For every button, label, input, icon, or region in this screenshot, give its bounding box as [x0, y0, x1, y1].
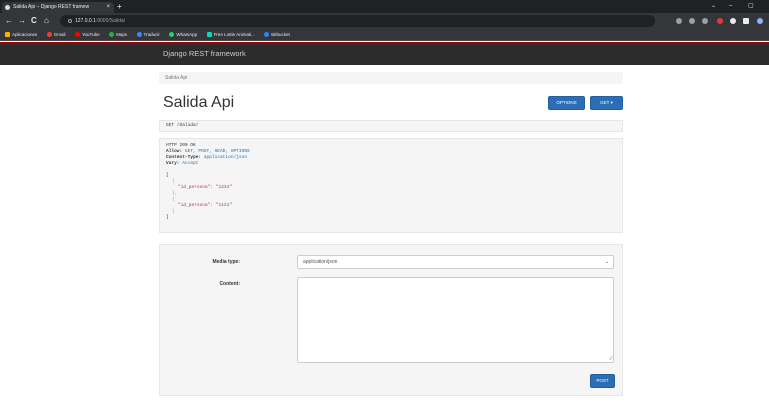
- maximize-icon[interactable]: ▢: [748, 0, 754, 12]
- bookmarks-bar: Aplicaciones Gmail YouTube Maps Traducir…: [0, 29, 769, 41]
- new-tab-icon[interactable]: +: [117, 1, 122, 12]
- share-icon[interactable]: [689, 18, 695, 24]
- browser-tab-strip: Salida Api – Django REST framew × + ⌄ – …: [0, 0, 769, 13]
- sidebar-icon[interactable]: [743, 18, 749, 24]
- tab-title: Salida Api – Django REST framew: [13, 4, 90, 10]
- breadcrumb-item[interactable]: Salida Api: [165, 75, 187, 81]
- gmail-icon: [46, 32, 52, 38]
- forward-icon[interactable]: →: [18, 15, 26, 27]
- content-textarea[interactable]: ⁄⁄: [297, 277, 614, 363]
- info-icon[interactable]: [68, 18, 72, 23]
- puzzle-icon[interactable]: [730, 18, 736, 24]
- bookmark-traducir[interactable]: Traducir: [136, 29, 160, 41]
- chevron-down-icon: ⌄: [604, 259, 609, 265]
- request-line: GET /Salida/: [159, 120, 623, 132]
- options-button[interactable]: OPTIONS: [548, 96, 585, 110]
- url-path: :8000/Salida/: [95, 18, 126, 24]
- post-button[interactable]: POST: [590, 374, 615, 388]
- resize-handle-icon[interactable]: ⁄⁄: [610, 356, 612, 362]
- bookmark-aplicaciones[interactable]: Aplicaciones: [5, 29, 37, 41]
- home-icon[interactable]: ⌂: [44, 15, 49, 27]
- get-button[interactable]: GET ▾: [590, 96, 623, 110]
- bookmark-maps[interactable]: Maps: [109, 29, 127, 41]
- content-label: Content:: [219, 281, 240, 287]
- url-host: 127.0.0.1: [75, 18, 96, 24]
- translate-icon: [136, 32, 142, 38]
- browser-tab-active[interactable]: Salida Api – Django REST framew ×: [2, 2, 114, 13]
- chevron-down-icon[interactable]: ⌄: [711, 0, 716, 12]
- media-type-select[interactable]: application/json ⌄: [297, 255, 614, 269]
- address-bar[interactable]: 127.0.0.1:8000/Salida/: [60, 15, 655, 27]
- minimize-icon[interactable]: –: [729, 0, 732, 12]
- drf-navbar: Django REST framework: [0, 42, 769, 65]
- reload-icon[interactable]: C: [31, 15, 37, 27]
- tab-close-icon[interactable]: ×: [106, 2, 110, 13]
- bookmark-bitbucket[interactable]: Bitbucket: [264, 29, 290, 41]
- raw-data-form: Media type: application/json ⌄ Content: …: [159, 244, 623, 396]
- lottie-icon: [206, 32, 212, 38]
- response-body: HTTP 200 OK Allow: GET, POST, HEAD, OPTI…: [159, 138, 623, 233]
- page-title: Salida Api: [163, 94, 235, 111]
- request-method-path: GET /Salida/: [166, 123, 199, 128]
- drf-brand-link[interactable]: Django REST framework: [163, 49, 246, 59]
- extension-icon[interactable]: [717, 18, 723, 24]
- media-type-label: Media type:: [212, 259, 240, 265]
- star-icon[interactable]: [702, 18, 708, 24]
- django-favicon-icon: [5, 5, 10, 10]
- maps-pin-icon: [109, 32, 115, 38]
- profile-avatar-icon[interactable]: [757, 18, 763, 24]
- media-type-value: application/json: [303, 259, 338, 265]
- bookmark-lottie[interactable]: Free Lottie Animati...: [206, 29, 255, 41]
- breadcrumb: Salida Api: [159, 72, 623, 84]
- json-close-array: ]: [166, 215, 169, 220]
- browser-toolbar: ← → C ⌂ 127.0.0.1:8000/Salida/: [0, 13, 769, 29]
- apps-grid-icon: [5, 32, 10, 38]
- translate-icon[interactable]: [676, 18, 682, 24]
- whatsapp-icon: [169, 32, 175, 38]
- bookmark-youtube[interactable]: YouTube: [74, 29, 100, 41]
- bookmark-whatsapp[interactable]: WhatsApp: [169, 29, 197, 41]
- bookmark-gmail[interactable]: Gmail: [46, 29, 65, 41]
- back-icon[interactable]: ←: [5, 15, 13, 27]
- youtube-icon: [74, 32, 80, 38]
- bitbucket-icon: [264, 32, 270, 38]
